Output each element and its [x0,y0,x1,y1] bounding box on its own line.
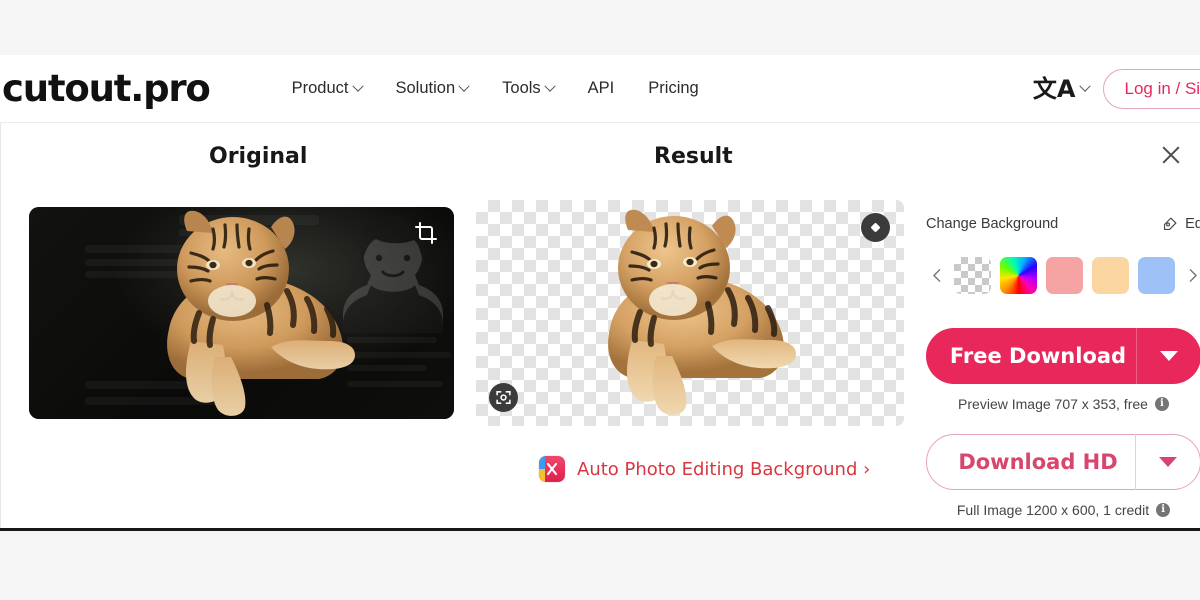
info-icon[interactable]: i [1156,503,1171,517]
result-subject-container [476,200,904,426]
chevron-right-glyph [1189,269,1197,282]
original-subject-tiger [167,210,355,416]
original-image-panel[interactable] [29,207,454,419]
nav-item-product[interactable]: Product [291,79,364,98]
sidebar-header: Change Background Editor [926,213,1200,235]
original-title: Original [209,144,308,169]
chevron-right-icon[interactable] [1181,263,1200,289]
free-download-caption: Preview Image 707 x 353, free i [926,396,1200,412]
info-icon[interactable]: i [1154,397,1169,411]
result-subject-tiger [608,209,796,415]
result-image-panel[interactable] [476,200,904,426]
close-icon[interactable] [1158,142,1184,168]
page-root: cutout.pro Product Solution Tools API Pr… [0,0,1200,600]
free-download-dropdown[interactable] [1137,351,1200,361]
editor-label: Editor [1185,216,1200,232]
nav-item-solution[interactable]: Solution [395,79,470,98]
eraser-glyph [871,223,880,232]
language-selector[interactable]: 文A [1032,75,1092,103]
nav-label-solution: Solution [395,79,456,97]
login-signup-button[interactable]: Log in / Sign [1103,69,1200,109]
chevron-down-icon [351,80,364,92]
nav-label-tools: Tools [502,79,541,97]
nav-item-tools[interactable]: Tools [502,79,556,98]
workspace-panel: Original Result Auto Photo Editing Backg… [0,123,1200,529]
site-logo[interactable]: cutout.pro [0,70,211,107]
swatch-rainbow[interactable] [1000,257,1037,294]
download-hd-dropdown[interactable] [1136,457,1200,467]
nav-item-pricing[interactable]: Pricing [648,79,698,98]
browser-top-strip [0,0,1200,55]
page-bottom-area [0,531,1200,600]
download-hd-button[interactable]: Download HD [926,434,1200,490]
free-download-label: Free Download [949,344,1127,368]
download-hd-caption-text: Full Image 1200 x 600, 1 credit [956,502,1150,518]
chevron-down-icon [1079,80,1092,92]
background-swatches [954,257,1175,294]
swatch-pink[interactable] [1046,257,1083,294]
crop-icon[interactable] [414,221,438,245]
chevron-left-icon[interactable] [926,263,948,289]
editor-link[interactable]: Editor [1161,216,1200,233]
auto-photo-editing-icon [539,456,565,482]
magic-wand-icon [1164,217,1177,230]
chevron-down-icon [1159,457,1177,467]
translate-icon: 文A [1032,75,1076,103]
nav-label-api: API [587,79,615,97]
result-sidebar: Change Background Editor [926,213,1200,518]
auto-photo-editing-label: Auto Photo Editing Background › [577,458,871,480]
swatch-peach[interactable] [1092,257,1129,294]
nav-label-product: Product [291,79,349,97]
chevron-left-glyph [932,269,940,282]
chevron-down-icon [1160,351,1178,361]
chevron-down-icon [544,80,556,92]
swatch-transparent[interactable] [954,257,991,294]
auto-photo-editing-link[interactable]: Auto Photo Editing Background › [539,456,870,482]
change-background-label: Change Background [926,216,1059,232]
free-download-caption-text: Preview Image 707 x 353, free [958,396,1148,412]
download-hd-caption: Full Image 1200 x 600, 1 credit i [926,502,1200,518]
nav-label-pricing: Pricing [648,79,699,97]
download-hd-label: Download HD [958,450,1118,474]
background-swatch-row [926,257,1200,294]
focus-icon[interactable] [489,383,518,412]
focus-glyph [496,391,511,404]
chevron-down-icon [458,80,470,92]
result-title: Result [654,144,733,169]
nav-item-api[interactable]: API [588,79,615,98]
eraser-icon[interactable] [861,213,890,242]
free-download-button[interactable]: Free Download [926,328,1200,384]
swatch-blue[interactable] [1138,257,1175,294]
scissors-glyph [546,462,558,476]
main-nav: Product Solution Tools API Pricing [292,79,699,98]
header-right-group: 文A Log in / Sign [1033,55,1200,123]
site-header: cutout.pro Product Solution Tools API Pr… [0,55,1200,123]
